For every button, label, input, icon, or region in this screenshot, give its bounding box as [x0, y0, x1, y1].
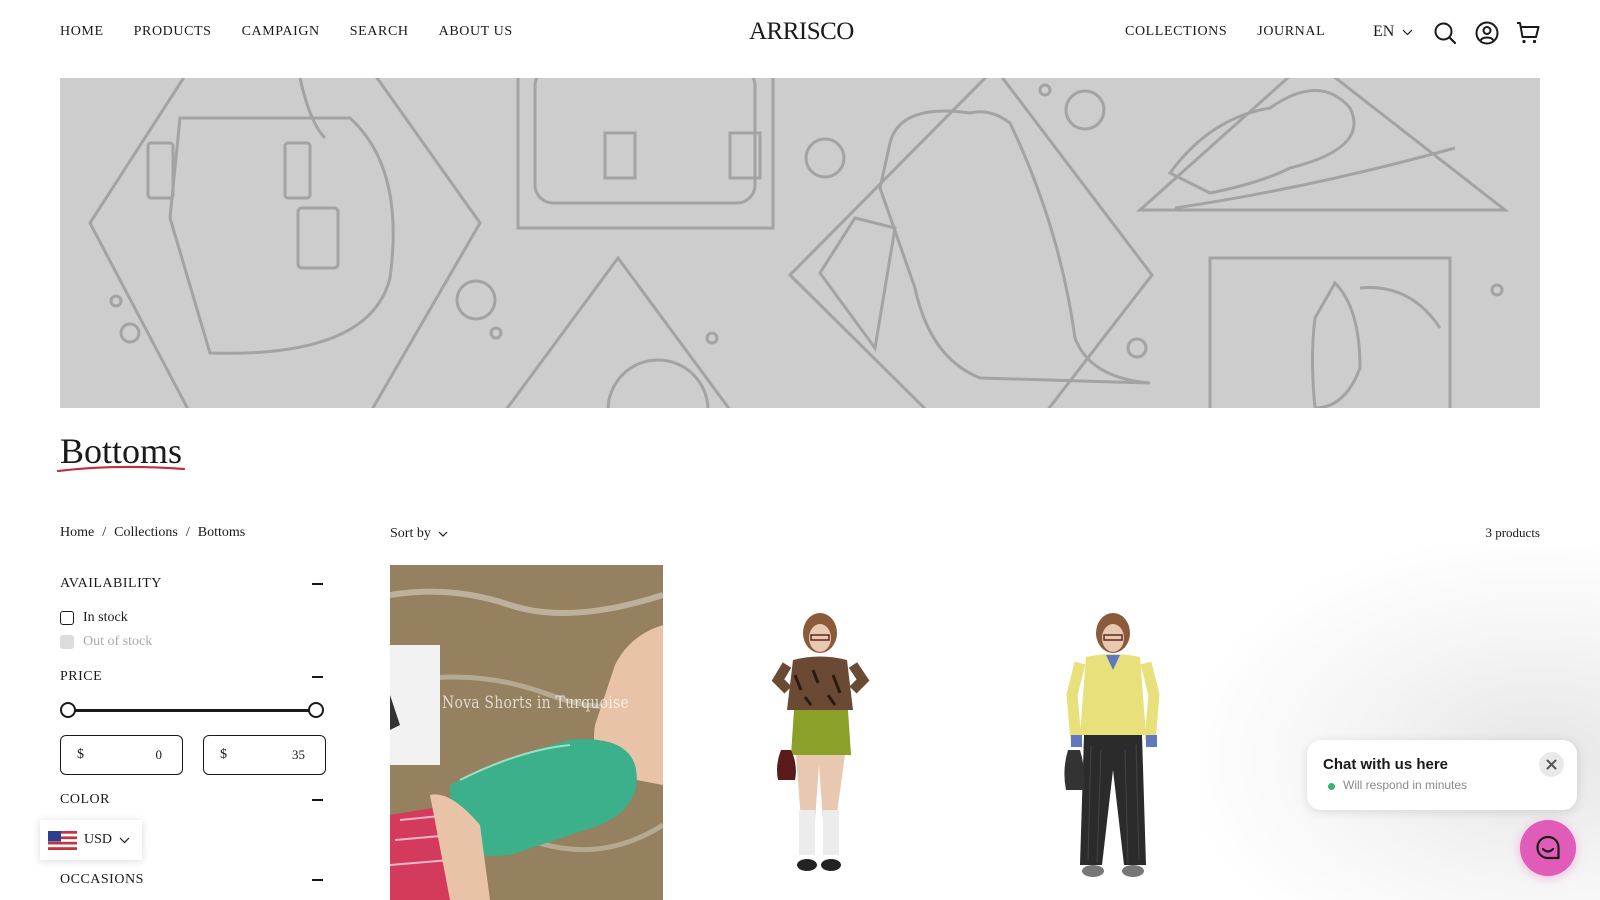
us-flag-icon	[48, 830, 77, 850]
product-count: 3 products	[1485, 525, 1540, 540]
filter-option-in-stock[interactable]: In stock	[60, 610, 128, 626]
cart-icon[interactable]	[1516, 21, 1540, 45]
collapse-icon	[312, 879, 323, 881]
main-nav: HOME PRODUCTS CAMPAIGN SEARCH ABOUT US	[60, 24, 543, 40]
chat-title: Chat with us here	[1323, 756, 1449, 773]
chevron-down-icon	[438, 531, 448, 537]
nav-search[interactable]: SEARCH	[350, 24, 409, 40]
collapse-icon	[312, 799, 323, 801]
collapse-icon	[312, 676, 323, 678]
currency-symbol: $	[220, 747, 227, 762]
option-label: Out of stock	[83, 634, 153, 649]
online-status-dot	[1328, 783, 1335, 790]
price-min-input[interactable]: $ 0	[60, 735, 183, 775]
filter-color-label: COLOR	[60, 792, 110, 807]
filter-availability-label: AVAILABILITY	[60, 576, 162, 591]
price-min-handle[interactable]	[60, 702, 76, 718]
nav-journal[interactable]: JOURNAL	[1257, 24, 1325, 40]
filter-price-label: PRICE	[60, 669, 103, 684]
chat-status: Will respond in minutes	[1343, 778, 1468, 792]
search-icon[interactable]	[1433, 21, 1457, 45]
collapse-icon	[312, 583, 323, 585]
language-selector[interactable]: EN	[1373, 23, 1413, 41]
checkbox[interactable]	[60, 611, 74, 625]
title-underline-decoration	[56, 465, 186, 473]
currency-selector[interactable]: USD	[40, 820, 142, 860]
chat-launcher-button[interactable]	[1520, 820, 1576, 876]
product-card-1[interactable]: Nova Shorts in Turquoise	[390, 565, 663, 900]
chat-bubble-icon	[1536, 835, 1560, 860]
price-range-track[interactable]	[68, 709, 316, 712]
filter-color-toggle[interactable]: COLOR	[60, 792, 325, 808]
price-max-handle[interactable]	[308, 702, 324, 718]
price-min-value: 0	[155, 747, 163, 762]
price-max-input[interactable]: $ 35	[203, 735, 326, 775]
filter-occasions-label: OCCASIONS	[60, 872, 144, 887]
nav-collections[interactable]: COLLECTIONS	[1125, 24, 1227, 40]
product-card-3[interactable]	[976, 565, 1249, 900]
product-card-2[interactable]	[683, 565, 956, 900]
breadcrumb-separator: /	[102, 525, 107, 540]
language-label: EN	[1373, 23, 1395, 40]
account-icon[interactable]	[1475, 21, 1499, 45]
sort-by-dropdown[interactable]: Sort by	[390, 526, 448, 542]
filter-price-toggle[interactable]: PRICE	[60, 669, 325, 685]
currency-symbol: $	[77, 747, 84, 762]
chevron-down-icon	[1402, 29, 1413, 35]
nav-campaign[interactable]: CAMPAIGN	[242, 24, 320, 40]
collection-banner	[60, 78, 1540, 408]
site-header: HOME PRODUCTS CAMPAIGN SEARCH ABOUT US A…	[0, 0, 1600, 70]
filter-option-out-of-stock: Out of stock	[60, 634, 152, 650]
sort-label: Sort by	[390, 526, 431, 541]
accessories-pattern-illustration	[88, 78, 1510, 408]
price-max-value: 35	[292, 747, 305, 762]
product-image	[976, 565, 1249, 900]
filter-availability-toggle[interactable]: AVAILABILITY	[60, 576, 325, 592]
product-image	[390, 565, 663, 900]
filter-occasions-toggle[interactable]: OCCASIONS	[60, 872, 325, 888]
breadcrumb-separator: /	[185, 525, 190, 540]
checkbox-disabled	[60, 635, 74, 649]
breadcrumb-home[interactable]: Home	[60, 525, 94, 541]
close-icon	[1546, 759, 1557, 770]
breadcrumb-collections[interactable]: Collections	[114, 525, 178, 541]
nav-about-us[interactable]: ABOUT US	[439, 24, 513, 40]
product-image-caption: Nova Shorts in Turquoise	[442, 693, 629, 713]
chat-prompt-card[interactable]: Chat with us here Will respond in minute…	[1307, 740, 1577, 810]
breadcrumb: Home / Collections / Bottoms	[60, 525, 245, 541]
close-chat-prompt-button[interactable]	[1539, 752, 1564, 777]
nav-home[interactable]: HOME	[60, 24, 104, 40]
chevron-down-icon	[119, 837, 130, 843]
nav-products[interactable]: PRODUCTS	[134, 24, 212, 40]
currency-code: USD	[84, 832, 113, 847]
product-image	[683, 565, 956, 900]
option-label: In stock	[83, 610, 128, 625]
secondary-nav: COLLECTIONS JOURNAL	[1125, 24, 1355, 40]
site-logo[interactable]: ARRISCO	[749, 18, 854, 46]
breadcrumb-current: Bottoms	[197, 525, 246, 540]
